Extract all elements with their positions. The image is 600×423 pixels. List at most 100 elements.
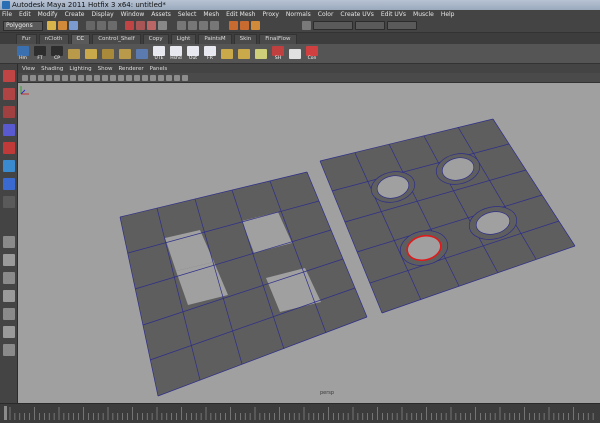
wireframe-icon[interactable] [102,74,108,81]
menu-window[interactable]: Window [121,10,145,19]
shelf-tab-light[interactable]: Light [170,34,197,44]
high-quality-icon[interactable] [166,74,172,81]
panel-menu-panels[interactable]: Panels [150,66,168,72]
shelf-tab-skin[interactable]: Skin [233,34,258,44]
shelf-tab-paintsm[interactable]: PaintsM [198,34,232,44]
menu-edit[interactable]: Edit [19,10,31,19]
panel-menu-lighting[interactable]: Lighting [69,66,91,72]
menu-normals[interactable]: Normals [286,10,311,19]
shelf-tab-fur[interactable]: Fur [16,34,37,44]
shelf-button-6[interactable] [101,48,115,59]
right-plane-mesh[interactable] [319,118,576,314]
menu-help[interactable]: Help [441,10,455,19]
scene-canvas[interactable] [18,83,600,403]
z-field[interactable] [387,21,417,30]
smooth-shade-icon[interactable] [110,74,116,81]
menu-edit-mesh[interactable]: Edit Mesh [226,10,255,19]
shelf-button-sh[interactable]: SH [271,45,285,62]
shelf-tab-finalflow[interactable]: FinalFlow [259,34,297,44]
panel-menu-renderer[interactable]: Renderer [118,66,143,72]
shelf-button-cp[interactable]: CP [50,45,64,62]
x-field[interactable] [313,21,353,30]
lasso-tool-icon[interactable] [3,88,15,100]
panel-menu-show[interactable]: Show [98,66,113,72]
current-time-marker[interactable] [4,406,7,420]
edge-mask-icon[interactable] [136,21,145,30]
grid-icon[interactable] [54,74,60,81]
menu-proxy[interactable]: Proxy [262,10,278,19]
rotate-tool-icon[interactable] [3,142,15,154]
menu-select[interactable]: Select [178,10,197,19]
motion-blur-icon[interactable] [182,74,188,81]
snap-plane-icon[interactable] [210,21,219,30]
gate-mask-icon[interactable] [78,74,84,81]
shelf-button-7[interactable] [118,48,132,59]
shelf-tab-ncloth[interactable]: nCloth [38,34,69,44]
vertex-mask-icon[interactable] [125,21,134,30]
menu-set-dropdown[interactable]: Polygons [3,20,43,31]
layout-single-icon[interactable] [3,236,15,248]
field-chart-icon[interactable] [86,74,92,81]
move-tool-icon[interactable] [3,124,15,136]
layout-four-icon[interactable] [3,254,15,266]
shelf-button-hshd[interactable]: Hshd [169,45,183,62]
save-scene-icon[interactable] [69,21,78,30]
ipr-render-icon[interactable] [240,21,249,30]
camera-attributes-icon[interactable] [30,74,36,81]
shelf-button-13[interactable] [220,48,234,59]
input-line-icon[interactable] [302,21,311,30]
new-scene-icon[interactable] [47,21,56,30]
shelf-button-5[interactable] [84,48,98,59]
shelf-button-15[interactable] [254,48,268,59]
xray-icon[interactable] [126,74,132,81]
shelf-button-17[interactable] [288,48,302,59]
shelf-button-ft[interactable]: FT [33,45,47,62]
panel-menu-shading[interactable]: Shading [41,66,63,72]
image-plane-icon[interactable] [46,74,52,81]
shelf-button-ute[interactable]: UTE [152,45,166,62]
ambient-occlusion-icon[interactable] [174,74,180,81]
paint-select-icon[interactable] [3,106,15,118]
menu-mesh[interactable]: Mesh [203,10,219,19]
panel-menu-view[interactable]: View [22,66,35,72]
snap-grid-icon[interactable] [177,21,186,30]
menu-create[interactable]: Create [65,10,85,19]
bookmark-icon[interactable] [38,74,44,81]
y-field[interactable] [355,21,385,30]
snap-curve-icon[interactable] [188,21,197,30]
manipulator-icon[interactable] [3,178,15,190]
menu-create-uvs[interactable]: Create UVs [340,10,373,19]
menu-assets[interactable]: Assets [151,10,171,19]
layout-outliner-icon[interactable] [3,290,15,302]
lights-icon[interactable] [142,74,148,81]
face-mask-icon[interactable] [147,21,156,30]
resolution-gate-icon[interactable] [70,74,76,81]
layout-two-icon[interactable] [3,272,15,284]
menu-file[interactable]: File [2,10,12,19]
shadows-icon[interactable] [150,74,156,81]
shelf-button-4[interactable] [67,48,81,59]
time-slider[interactable] [0,403,600,423]
select-object-icon[interactable] [97,21,106,30]
select-component-icon[interactable] [108,21,117,30]
shelf-button-con[interactable]: Con [305,45,319,62]
layout-graph-icon[interactable] [3,308,15,320]
shelf-button-hm[interactable]: Hm [16,45,30,62]
scale-tool-icon[interactable] [3,160,15,172]
menu-muscle[interactable]: Muscle [413,10,434,19]
safe-action-icon[interactable] [94,74,100,81]
last-tool-icon[interactable] [3,196,15,208]
wireframe-on-shaded-icon[interactable] [118,74,124,81]
shelf-tab-copy[interactable]: Copy [142,34,169,44]
render-icon[interactable] [229,21,238,30]
layout-custom-icon[interactable] [3,344,15,356]
select-tool-icon[interactable] [3,70,15,82]
shelf-button-8[interactable] [135,48,149,59]
left-plane-mesh[interactable] [119,171,368,397]
open-scene-icon[interactable] [58,21,67,30]
shelf-button-fr[interactable]: FR [203,45,217,62]
film-gate-icon[interactable] [62,74,68,81]
shelf-tab-cc[interactable]: CC [70,34,91,44]
uv-mask-icon[interactable] [158,21,167,30]
shelf-button-14[interactable] [237,48,251,59]
